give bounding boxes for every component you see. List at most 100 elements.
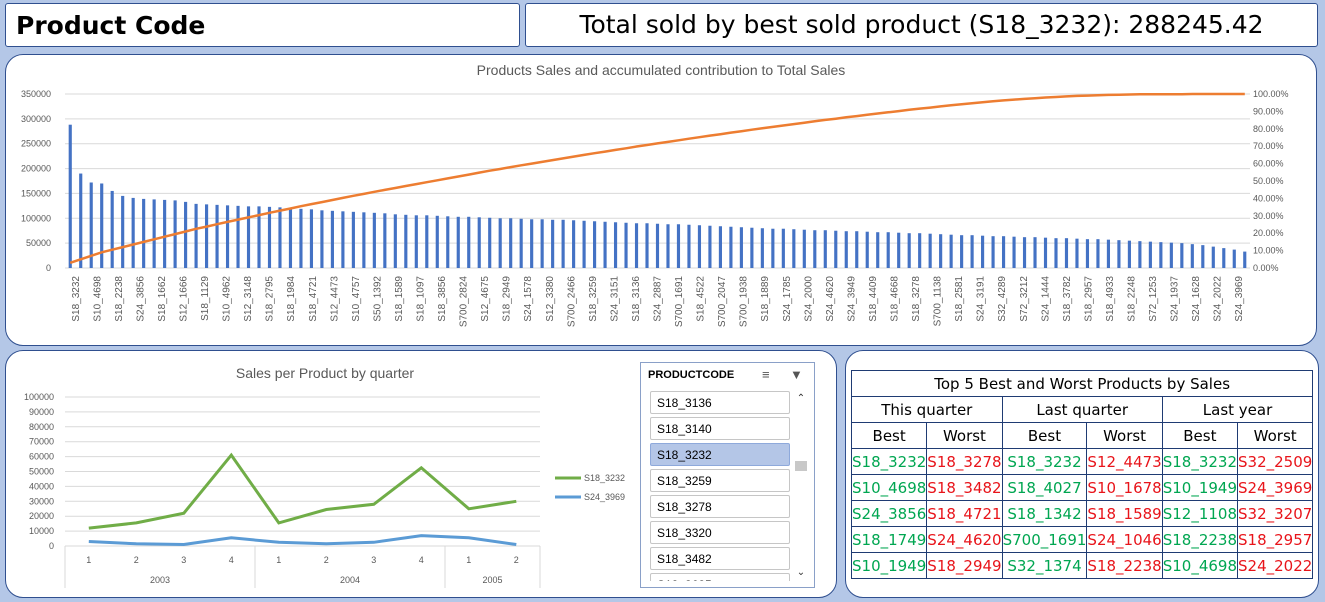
bar xyxy=(372,212,376,268)
scroll-up-icon[interactable]: ⌃ xyxy=(793,393,809,404)
x-tick-label: S12_3380 xyxy=(545,276,556,322)
bar xyxy=(823,230,827,268)
bar xyxy=(907,233,911,268)
worst-product-cell: S24_2022 xyxy=(1237,552,1314,579)
y-tick-label: 100000 xyxy=(24,392,54,402)
bar xyxy=(1243,251,1247,268)
slicer-item[interactable]: S18_3685 xyxy=(650,573,790,581)
x-tick-label: S700_2824 xyxy=(459,276,470,328)
best-product-cell: S10_4698 xyxy=(850,474,928,501)
x-tick-label: 3 xyxy=(181,555,186,565)
worst-product-cell: S18_2949 xyxy=(926,552,1003,579)
bar xyxy=(760,228,764,268)
bar xyxy=(1180,243,1184,268)
slicer-header: PRODUCTCODE xyxy=(648,369,735,381)
x-tick-label: S18_1097 xyxy=(416,276,427,322)
bar xyxy=(991,236,995,268)
bar xyxy=(530,219,534,268)
bar xyxy=(1064,238,1069,268)
slicer-item[interactable]: S18_3232 xyxy=(650,443,790,466)
x-tick-label: S24_3949 xyxy=(846,276,857,322)
slicer-item[interactable]: S18_3140 xyxy=(650,417,790,440)
y-tick-label: 70000 xyxy=(29,437,54,447)
best-product-cell: S10_1949 xyxy=(1161,474,1239,501)
legend-label: S24_3969 xyxy=(584,492,625,502)
bar xyxy=(1054,238,1058,268)
bar xyxy=(1201,245,1205,268)
x-tick-label: S72_3212 xyxy=(1019,276,1030,322)
y2-tick-label: 10.00% xyxy=(1253,246,1284,256)
x-tick-label: S24_1937 xyxy=(1170,276,1181,322)
y2-tick-label: 80.00% xyxy=(1253,124,1284,134)
y2-tick-label: 0.00% xyxy=(1253,263,1279,273)
slicer-item[interactable]: S18_3482 xyxy=(650,547,790,570)
best-header: Best xyxy=(1161,422,1239,449)
x-year-label: 2003 xyxy=(150,575,170,585)
worst-header: Worst xyxy=(926,422,1003,449)
bar xyxy=(194,203,198,268)
x-tick-label: 1 xyxy=(276,555,281,565)
y-tick-label: 100000 xyxy=(21,213,51,223)
bar xyxy=(246,206,251,268)
bar xyxy=(1159,242,1163,268)
slicer-item[interactable]: S18_3259 xyxy=(650,469,790,492)
scroll-thumb[interactable] xyxy=(795,461,807,471)
bar xyxy=(551,219,555,268)
period-header: Last year xyxy=(1161,396,1314,423)
bar xyxy=(624,222,628,268)
x-tick-label: S24_2022 xyxy=(1213,276,1224,322)
y-tick-label: 20000 xyxy=(29,511,54,521)
x-tick-label: 2 xyxy=(324,555,329,565)
period-header: This quarter xyxy=(851,396,1003,423)
x-tick-label: S12_3148 xyxy=(243,276,254,322)
x-tick-label: S24_1444 xyxy=(1040,276,1051,322)
slicer-item[interactable]: S18_3278 xyxy=(650,495,790,518)
bar xyxy=(739,227,743,268)
worst-product-cell: S24_4620 xyxy=(926,526,1003,553)
bar xyxy=(865,231,869,268)
bar xyxy=(781,228,785,268)
slicer-items: S18_3136 S18_3140 S18_3232 S18_3259 S18_3278… xyxy=(650,391,790,581)
x-tick-label: S18_4409 xyxy=(868,276,879,322)
slicer-item[interactable]: S18_3136 xyxy=(650,391,790,414)
bar xyxy=(393,214,397,268)
slicer-scrollbar[interactable]: ⌃ ⌄ xyxy=(793,391,809,581)
x-tick-label: 4 xyxy=(419,555,424,565)
bar xyxy=(918,233,922,268)
x-tick-label: S18_1589 xyxy=(394,276,405,322)
multi-select-icon[interactable]: ≡ xyxy=(762,367,770,382)
bar xyxy=(79,173,83,268)
best-product-cell: S18_2238 xyxy=(1161,526,1239,553)
y-tick-label: 250000 xyxy=(21,139,51,149)
x-tick-label: S18_2957 xyxy=(1083,276,1094,322)
bar xyxy=(1022,237,1027,268)
y-tick-label: 80000 xyxy=(29,422,54,432)
scroll-down-icon[interactable]: ⌄ xyxy=(793,567,809,578)
bar xyxy=(414,215,418,268)
y2-tick-label: 70.00% xyxy=(1253,141,1284,151)
slicer-item[interactable]: S18_3320 xyxy=(650,521,790,544)
product-slicer: PRODUCTCODE ≡ ▼ S18_3136 S18_3140 S18_3232… xyxy=(640,362,815,588)
x-tick-label: S18_4721 xyxy=(308,276,319,322)
y-tick-label: 300000 xyxy=(21,114,51,124)
bar xyxy=(404,214,408,268)
x-tick-label: S700_1938 xyxy=(739,276,750,328)
bar xyxy=(1075,238,1079,268)
y2-tick-label: 40.00% xyxy=(1253,193,1284,203)
best-product-cell: S18_1749 xyxy=(850,526,928,553)
x-tick-label: S24_1785 xyxy=(782,276,793,322)
bar xyxy=(928,233,932,268)
bar xyxy=(435,215,439,268)
bar xyxy=(519,218,523,268)
y-tick-label: 40000 xyxy=(29,481,54,491)
table-row: S18_1749 S24_4620 S700_1691 S24_1046 S18_223… xyxy=(850,526,1314,553)
bar xyxy=(1001,236,1006,268)
bar xyxy=(131,197,135,268)
best-header: Best xyxy=(1001,422,1088,449)
best-product-cell: S18_3232 xyxy=(850,448,928,475)
x-tick-label: S18_2949 xyxy=(502,276,513,322)
x-tick-label: S24_3856 xyxy=(135,276,146,322)
clear-filter-icon[interactable]: ▼ xyxy=(790,367,803,382)
best-product-cell: S18_1342 xyxy=(1001,500,1088,527)
y2-tick-label: 30.00% xyxy=(1253,211,1284,221)
